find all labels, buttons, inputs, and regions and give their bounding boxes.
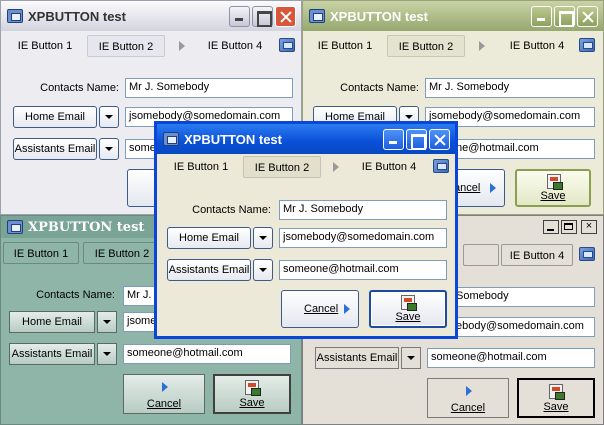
app-icon (7, 220, 23, 234)
window-title: XPBUTTON test (28, 8, 126, 24)
ie-button-2[interactable]: IE Button 2 (387, 35, 465, 57)
save-button[interactable]: Save (369, 290, 447, 328)
assistants-email-dropdown[interactable] (253, 259, 273, 281)
app-icon (7, 9, 23, 23)
save-icon (401, 295, 417, 311)
save-button[interactable]: Save (515, 169, 591, 207)
window-xp-blue: XPBUTTON test IE Button 1 IE Button 2 IE… (154, 121, 458, 339)
assistants-email-dropdown[interactable] (99, 138, 119, 160)
maximize-button[interactable] (252, 6, 273, 27)
ie-toolbar: IE Button 1 IE Button 2 IE Button 4 (307, 32, 599, 60)
ie-toolbar: IE Button 1 IE Button 2 IE Button 4 (5, 32, 297, 60)
assistants-email-field[interactable]: ne@hotmail.com (453, 139, 595, 159)
close-button[interactable] (577, 6, 598, 27)
computer-icon[interactable] (579, 38, 595, 52)
ie-arrow-icon[interactable] (179, 41, 185, 51)
home-email-field[interactable]: ebody@somedomain.com (453, 317, 595, 337)
save-icon (245, 380, 261, 396)
contacts-name-field[interactable]: Mr J. Somebody (279, 200, 447, 220)
assistants-email-dropdown[interactable] (97, 343, 117, 365)
cancel-arrow-icon (344, 304, 350, 314)
home-email-dropdown[interactable] (253, 227, 273, 249)
ie-button-1[interactable]: IE Button 1 (307, 35, 383, 57)
home-email-field[interactable]: jsomebody@somedomain.com (279, 228, 447, 248)
assistants-email-button[interactable]: Assistants Email (167, 259, 251, 281)
computer-icon[interactable] (579, 247, 595, 261)
contacts-name-label: Contacts Name: (36, 289, 115, 301)
maximize-button[interactable] (406, 129, 427, 150)
ie-button-2[interactable]: IE Button 2 (87, 35, 165, 57)
window-title: XPBUTTON test (184, 131, 282, 147)
cancel-arrow-icon (162, 382, 168, 392)
cancel-label: Cancel (304, 303, 339, 315)
assistants-email-field[interactable]: someone@hotmail.com (123, 344, 291, 364)
app-icon (309, 9, 325, 23)
home-email-button[interactable]: Home Email (167, 227, 251, 249)
save-label: Save (543, 401, 569, 413)
save-label: Save (239, 397, 265, 409)
window-title: XPBUTTON test (28, 219, 145, 235)
contacts-name-label: Contacts Name: (340, 82, 419, 94)
ie-button-2[interactable] (463, 244, 499, 266)
ie-button-4[interactable]: IE Button 4 (349, 156, 429, 178)
assistants-email-button[interactable]: Assistants Email (9, 343, 95, 365)
ie-toolbar: IE Button 1 IE Button 2 IE Button 4 (161, 153, 451, 181)
home-email-dropdown[interactable] (99, 106, 119, 128)
contacts-name-field[interactable]: Mr J. Somebody (125, 78, 293, 98)
minimize-button[interactable] (531, 6, 552, 27)
save-button[interactable]: Save (213, 374, 291, 414)
title-bar[interactable]: XPBUTTON test (157, 124, 455, 154)
ie-button-4[interactable]: IE Button 4 (497, 35, 577, 57)
minimize-button[interactable] (229, 6, 250, 27)
ie-button-4[interactable]: IE Button 4 (501, 244, 573, 266)
contacts-name-field[interactable]: Mr J. Somebody (425, 78, 595, 98)
ie-arrow-icon[interactable] (479, 41, 485, 51)
ie-button-2[interactable]: IE Button 2 (243, 156, 321, 178)
assistants-email-button[interactable]: Assistants Email (315, 347, 399, 369)
cancel-button[interactable]: Cancel (427, 378, 509, 418)
home-email-dropdown[interactable] (97, 311, 117, 333)
assistants-email-field[interactable]: someone@hotmail.com (279, 260, 447, 280)
maximize-button[interactable] (554, 6, 575, 27)
close-button[interactable]: × (581, 220, 597, 234)
close-button[interactable] (275, 6, 296, 27)
computer-icon[interactable] (433, 159, 449, 173)
minimize-button[interactable] (383, 129, 404, 150)
title-bar[interactable]: XPBUTTON test (303, 1, 603, 31)
close-button[interactable] (429, 129, 450, 150)
save-label: Save (395, 311, 421, 323)
ie-button-4[interactable]: IE Button 4 (195, 35, 275, 57)
contacts-name-field[interactable]: Somebody (453, 287, 595, 307)
home-email-button[interactable]: Home Email (13, 106, 97, 128)
ie-button-1[interactable]: IE Button 1 (163, 156, 239, 178)
cancel-label: Cancel (450, 402, 486, 414)
computer-icon[interactable] (279, 38, 295, 52)
save-button[interactable]: Save (517, 378, 595, 418)
assistants-email-button[interactable]: Assistants Email (13, 138, 97, 160)
contacts-name-label: Contacts Name: (192, 204, 271, 216)
contacts-name-label: Contacts Name: (40, 82, 119, 94)
cancel-button[interactable]: Cancel (123, 374, 205, 414)
minimize-button[interactable] (543, 220, 559, 234)
app-icon (163, 132, 179, 146)
cancel-label: Cancel (146, 398, 182, 410)
assistants-email-field[interactable]: someone@hotmail.com (427, 348, 595, 368)
cancel-button[interactable]: ancel (453, 169, 505, 207)
maximize-button[interactable] (561, 220, 577, 234)
window-title: XPBUTTON test (330, 8, 428, 24)
cancel-button[interactable]: Cancel (281, 290, 359, 328)
cancel-arrow-icon (490, 183, 496, 193)
save-label: Save (540, 190, 566, 202)
ie-button-2[interactable]: IE Button 2 (83, 242, 161, 264)
title-bar[interactable]: XPBUTTON test (1, 1, 301, 31)
save-icon (549, 384, 565, 400)
cancel-arrow-icon (466, 386, 472, 396)
assistants-email-dropdown[interactable] (401, 347, 421, 369)
ie-button-1[interactable]: IE Button 1 (3, 242, 79, 264)
ie-arrow-icon[interactable] (333, 162, 339, 172)
ie-button-1[interactable]: IE Button 1 (7, 35, 83, 57)
home-email-button[interactable]: Home Email (9, 311, 95, 333)
save-icon (547, 174, 563, 190)
